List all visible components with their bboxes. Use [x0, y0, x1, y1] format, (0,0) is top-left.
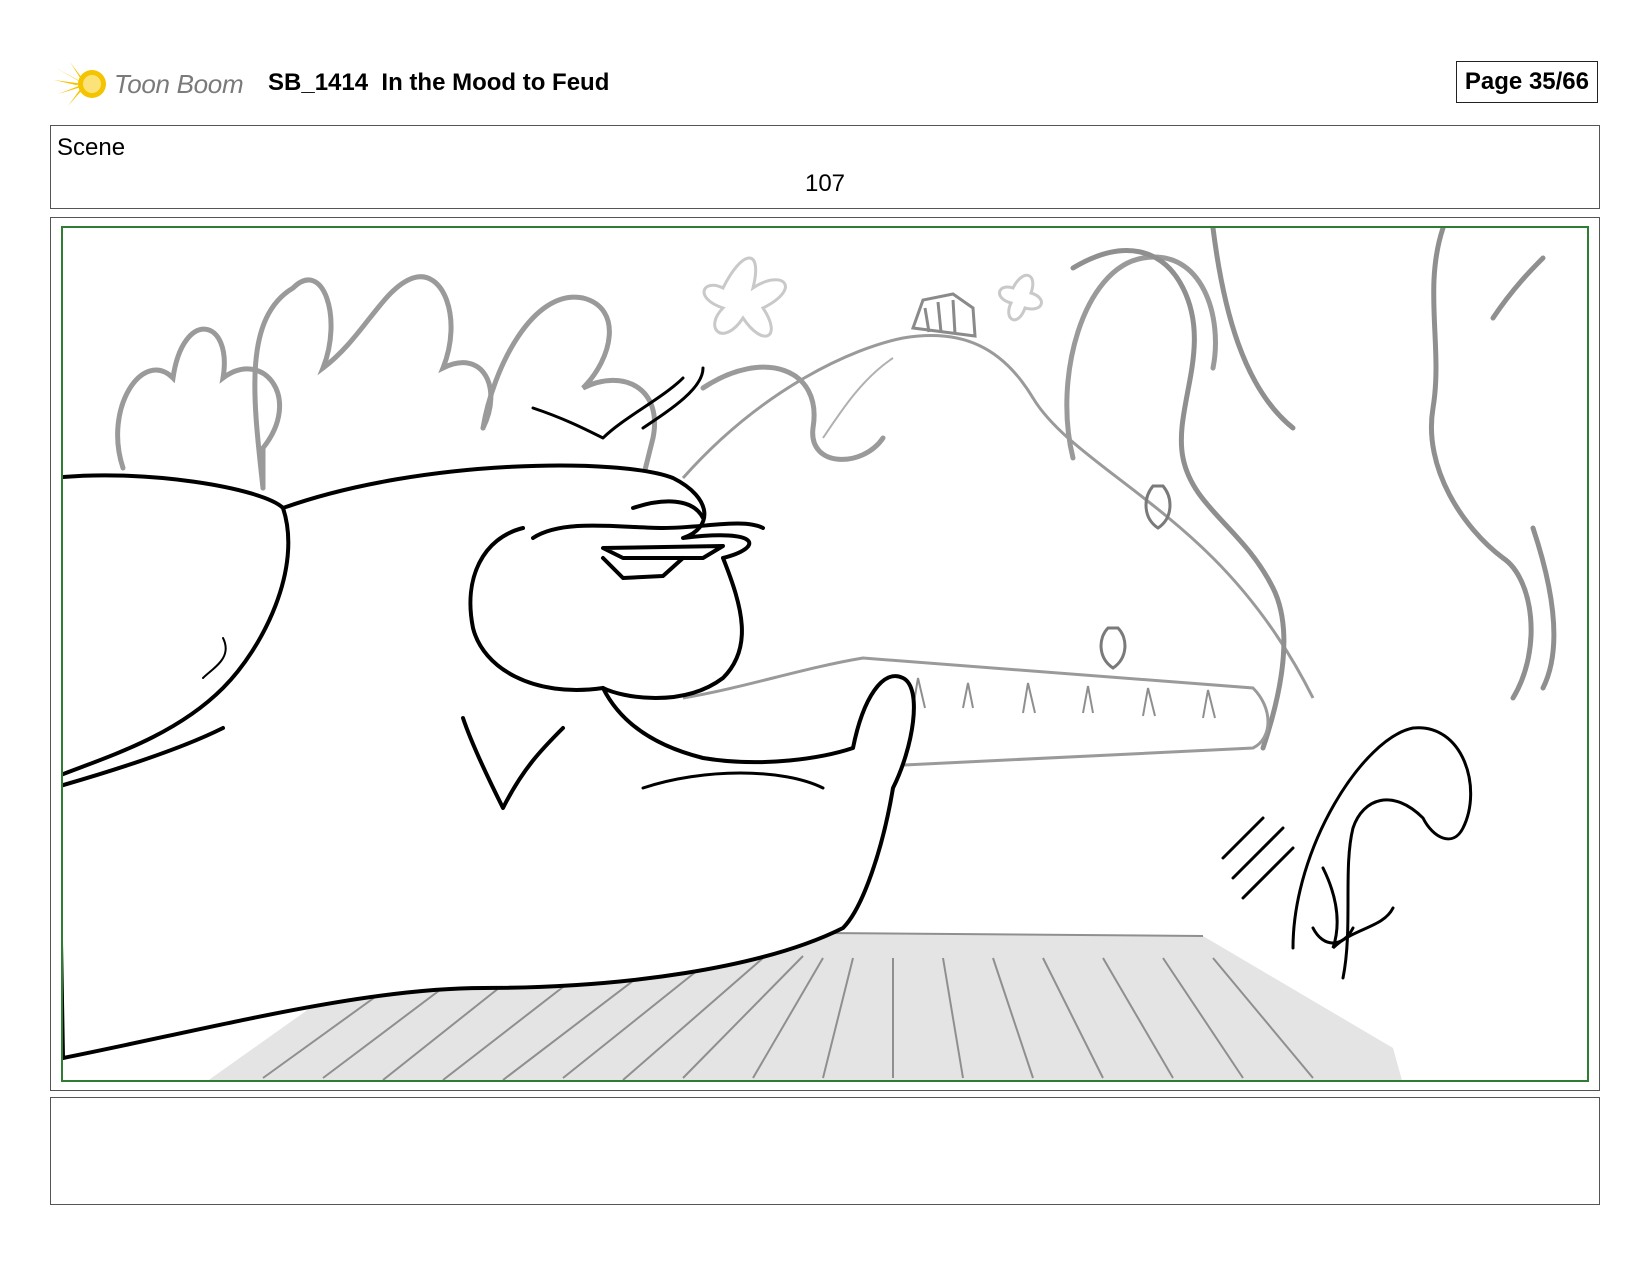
tree-hanging-lanterns — [1099, 484, 1172, 670]
scene-number: 107 — [804, 170, 846, 197]
small-character-right — [1221, 726, 1473, 980]
background-flowers — [702, 256, 1043, 338]
background-tree — [1070, 228, 1557, 751]
panel-notes-box — [50, 1097, 1600, 1205]
background-kelp — [115, 254, 1218, 491]
background-grass — [682, 656, 1270, 770]
toon-boom-burst-icon — [54, 62, 106, 106]
document-title: SB_1414 In the Mood to Feud — [268, 69, 610, 96]
storyboard-panel — [61, 226, 1589, 1082]
scene-label: Scene — [57, 134, 126, 161]
scene-info-box: Scene 107 — [50, 125, 1600, 209]
storyboard-sketch — [63, 228, 1557, 1080]
toon-boom-logo: Toon Boom — [54, 59, 254, 109]
hilltop-house — [910, 292, 977, 338]
page-number-badge: Page 35/66 — [1455, 61, 1598, 103]
logo-text: Toon Boom — [114, 68, 244, 99]
grass-tufts — [912, 677, 1216, 719]
page-header: Toon Boom SB_1414 In the Mood to Feud Pa… — [50, 55, 1606, 115]
